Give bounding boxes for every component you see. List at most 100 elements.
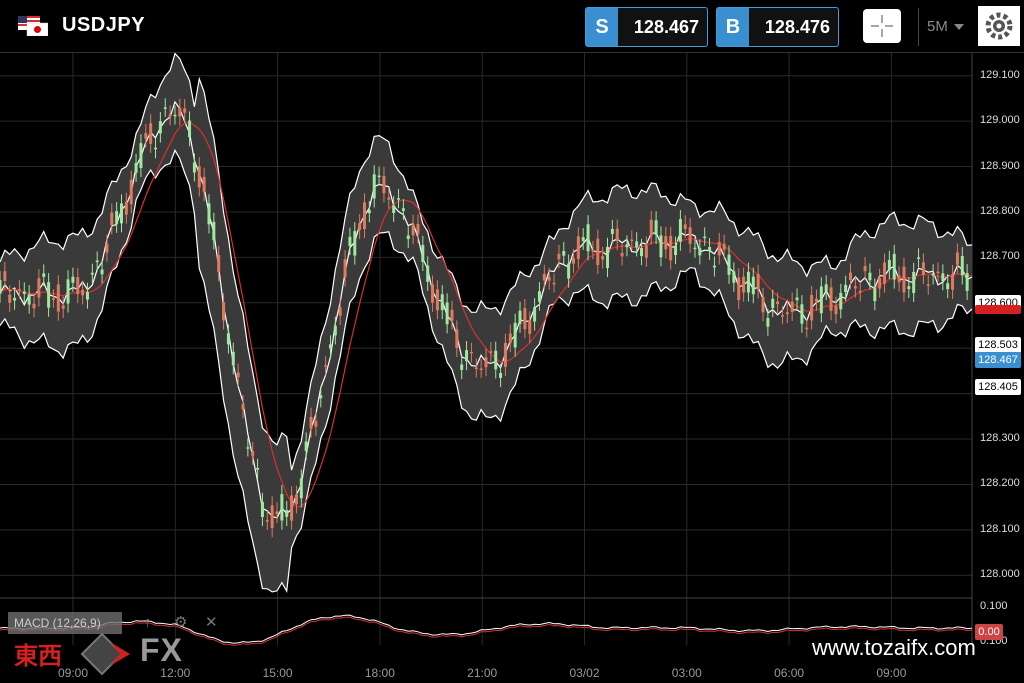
candle-body <box>776 301 780 304</box>
watermark-logo <box>80 632 130 676</box>
caret-down-icon <box>954 24 965 30</box>
candle-body <box>280 494 284 521</box>
candle-body <box>134 162 138 173</box>
candle-body <box>849 272 852 281</box>
candle-body <box>353 231 357 256</box>
watermark-jp: 東西 <box>14 642 62 670</box>
candle-body <box>139 143 143 168</box>
price-tick-label: 128.300 <box>980 432 1020 445</box>
candle-body <box>635 241 639 248</box>
candle-body <box>450 309 454 321</box>
candle-body <box>805 327 809 330</box>
candle-body <box>654 220 658 235</box>
candle-body <box>445 302 449 325</box>
time-tick-label: 03/02 <box>569 666 600 680</box>
settings-button[interactable] <box>978 6 1020 46</box>
candle-body <box>397 198 401 200</box>
crosshair-button[interactable] <box>863 9 901 43</box>
candle-body <box>795 297 799 301</box>
candle-body <box>3 271 7 281</box>
time-tick-label: 03:00 <box>671 666 702 680</box>
crosshair-icon <box>871 15 893 37</box>
candle-body <box>207 203 211 225</box>
candle-body <box>431 284 435 303</box>
candle-body <box>333 325 337 336</box>
macd-label[interactable]: MACD (12,26,9) <box>8 612 122 634</box>
sell-price-marker: 128.467 <box>975 352 1021 368</box>
candle-body <box>124 201 128 215</box>
candle-body <box>37 278 41 298</box>
candle-body <box>56 284 60 312</box>
candle-body <box>591 250 595 252</box>
candle-body <box>921 262 925 275</box>
candle-body <box>664 236 668 250</box>
candle-body <box>586 224 590 252</box>
timeframe-select[interactable]: 5M <box>918 8 971 46</box>
candle-body <box>581 237 585 241</box>
sell-button[interactable]: S 128.467 <box>585 7 708 47</box>
price-chart[interactable] <box>0 53 1024 683</box>
candle-body <box>460 364 464 370</box>
time-tick-label: 06:00 <box>774 666 805 680</box>
candle-body <box>868 272 872 281</box>
time-tick-label: 09:00 <box>876 666 907 680</box>
candle-body <box>965 273 969 291</box>
buy-button[interactable]: B 128.476 <box>716 7 839 47</box>
candle-body <box>683 224 687 230</box>
candle-body <box>722 243 726 250</box>
candle-body <box>625 244 629 248</box>
buy-price: 128.476 <box>764 17 830 37</box>
time-tick-label: 18:00 <box>364 666 395 680</box>
candle-body <box>907 286 911 289</box>
candle-body <box>348 236 352 247</box>
candle-body <box>426 265 430 282</box>
candle-body <box>562 251 566 256</box>
candle-body <box>294 494 298 505</box>
candle-body <box>503 342 507 367</box>
candle-body <box>785 312 789 315</box>
arrow-icon[interactable]: ↑ <box>144 612 152 634</box>
candle-body <box>71 276 75 283</box>
candle-body <box>892 253 896 280</box>
candle-body <box>912 271 916 293</box>
close-icon[interactable]: ✕ <box>205 612 218 634</box>
candle-body <box>304 441 308 451</box>
symbol-title: USDJPY <box>62 14 146 36</box>
candle-body <box>537 291 541 302</box>
candle-body <box>42 273 46 277</box>
candle-body <box>567 263 571 279</box>
candle-body <box>596 238 600 266</box>
gear-icon[interactable]: ⚙ <box>174 612 187 634</box>
time-tick-label: 21:00 <box>467 666 498 680</box>
macd-current: 0.00 <box>975 624 1003 640</box>
price-tick-label: 128.200 <box>980 477 1020 490</box>
candle-body <box>76 277 80 295</box>
price-tick-label: 128.000 <box>980 568 1020 581</box>
candle-body <box>897 275 901 283</box>
candle-body <box>66 279 70 304</box>
candle-body <box>188 120 192 138</box>
candle-body <box>256 467 260 470</box>
candle-body <box>678 219 682 242</box>
candle-body <box>693 247 697 250</box>
candle-body <box>620 252 624 257</box>
candle-body <box>367 210 371 214</box>
candle-body <box>299 478 303 499</box>
candle-body <box>47 282 51 308</box>
candle-body <box>513 322 517 348</box>
candle-body <box>858 290 862 293</box>
candle-body <box>883 262 887 284</box>
candle-body <box>703 236 707 239</box>
candle-body <box>941 273 945 282</box>
candle-body <box>533 307 537 322</box>
candle-body <box>649 219 653 236</box>
candle-body <box>440 294 444 311</box>
candle-body <box>780 315 784 317</box>
candle-body <box>275 511 279 515</box>
candle-body <box>27 294 31 305</box>
candle-body <box>863 266 867 272</box>
candle-body <box>936 271 940 274</box>
price-tick-label: 128.100 <box>980 522 1020 535</box>
candle-body <box>270 505 274 529</box>
top-bar: USDJPY S 128.467 B 128.476 5M <box>0 0 1024 53</box>
